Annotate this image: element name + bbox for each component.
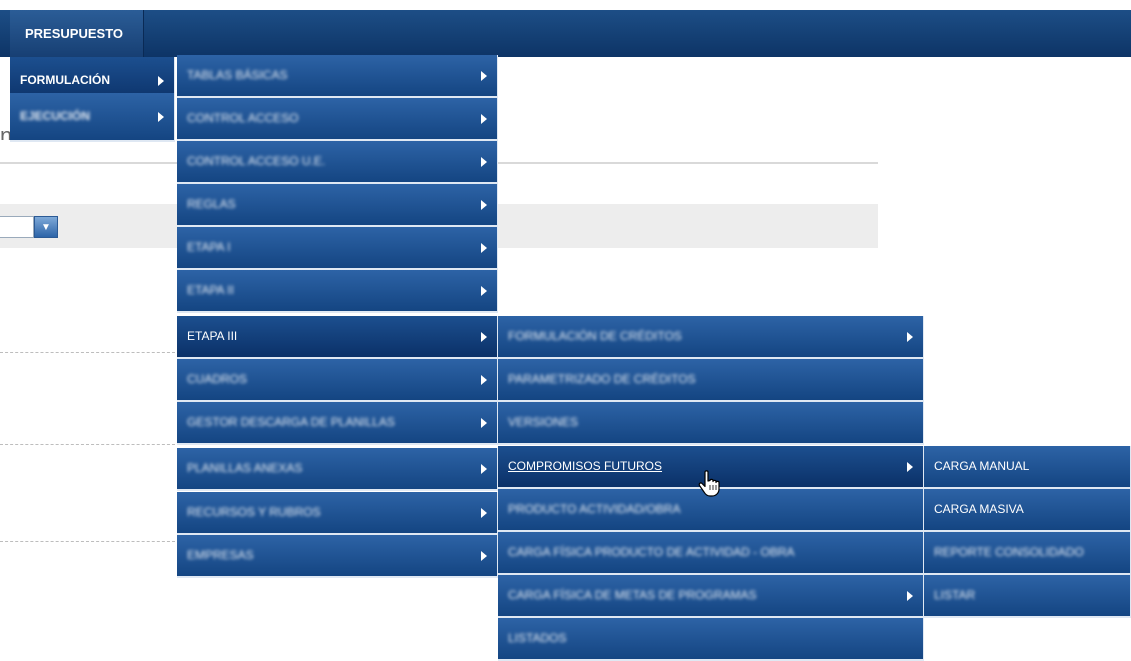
menu-tab-presupuesto[interactable]: PRESUPUESTO bbox=[10, 10, 145, 57]
menu-item-label: CONTROL ACCESO U.E. bbox=[187, 154, 326, 168]
menu-item-label: CONTROL ACCESO bbox=[187, 111, 299, 125]
menu-item-label: PLANILLAS ANEXAS bbox=[187, 461, 303, 475]
submenu-arrow-icon bbox=[481, 285, 487, 296]
menu-item-tablas-basicas[interactable]: TABLAS BÁSICAS bbox=[177, 55, 498, 98]
menu-item-label: ETAPA III bbox=[187, 329, 238, 343]
submenu-arrow-icon bbox=[481, 507, 487, 518]
menu-item-label: FORMULACIÓN DE CRÉDITOS bbox=[508, 329, 682, 343]
menu-item-parametrizado-creditos[interactable]: PARAMETRIZADO DE CRÉDITOS bbox=[498, 359, 924, 402]
menu-item-label: CUADROS bbox=[187, 372, 248, 386]
menu-item-label: PRODUCTO ACTIVIDAD/OBRA bbox=[508, 502, 681, 516]
submenu-arrow-icon bbox=[158, 75, 164, 86]
menu-item-label: EJECUCIÓN bbox=[20, 109, 91, 123]
menu-item-label: ETAPA I bbox=[187, 240, 231, 254]
menu-item-reglas[interactable]: REGLAS bbox=[177, 184, 498, 227]
menu-item-empresas[interactable]: EMPRESAS bbox=[177, 535, 498, 578]
menu-item-label: RECURSOS Y RUBROS bbox=[187, 505, 321, 519]
submenu-arrow-icon bbox=[481, 242, 487, 253]
menu-item-control-acceso-ue[interactable]: CONTROL ACCESO U.E. bbox=[177, 141, 498, 184]
select-dropdown-button[interactable]: ▼ bbox=[34, 216, 58, 238]
menu-item-etapa-1[interactable]: ETAPA I bbox=[177, 227, 498, 270]
row-divider bbox=[0, 352, 175, 353]
menu-item-label: ETAPA II bbox=[187, 283, 234, 297]
submenu-arrow-icon bbox=[481, 199, 487, 210]
chevron-down-icon: ▼ bbox=[41, 221, 51, 233]
menu-item-versiones[interactable]: VERSIONES bbox=[498, 402, 924, 445]
menu-item-label: CARGA MASIVA bbox=[934, 502, 1024, 516]
menu-item-etapa-3[interactable]: ETAPA III bbox=[177, 316, 498, 359]
submenu-arrow-icon bbox=[481, 417, 487, 428]
menu-item-gestor-descarga[interactable]: GESTOR DESCARGA DE PLANILLAS bbox=[177, 402, 498, 445]
submenu-arrow-icon bbox=[907, 461, 913, 472]
menu-item-formulacion-creditos[interactable]: FORMULACIÓN DE CRÉDITOS bbox=[498, 316, 924, 359]
menu-item-label: GESTOR DESCARGA DE PLANILLAS bbox=[187, 415, 395, 429]
submenu-arrow-icon bbox=[481, 550, 487, 561]
menu-item-reporte-consolidado[interactable]: REPORTE CONSOLIDADO bbox=[924, 532, 1131, 575]
submenu-arrow-icon bbox=[158, 111, 164, 122]
menu-item-label: TABLAS BÁSICAS bbox=[187, 68, 288, 82]
menu-item-label: PARAMETRIZADO DE CRÉDITOS bbox=[508, 372, 696, 386]
submenu-arrow-icon bbox=[907, 331, 913, 342]
menu-item-label: REPORTE CONSOLIDADO bbox=[934, 545, 1084, 559]
menu-item-carga-masiva[interactable]: CARGA MASIVA bbox=[924, 489, 1131, 532]
menu-item-etapa-2[interactable]: ETAPA II bbox=[177, 270, 498, 313]
submenu-arrow-icon bbox=[481, 463, 487, 474]
menu-item-ejecucion[interactable]: EJECUCIÓN bbox=[10, 93, 175, 142]
menu-item-recursos-rubros[interactable]: RECURSOS Y RUBROS bbox=[177, 492, 498, 535]
menu-item-label: LISTAR bbox=[934, 588, 976, 602]
row-divider bbox=[0, 541, 175, 542]
submenu-arrow-icon bbox=[907, 590, 913, 601]
menu-item-label: EMPRESAS bbox=[187, 548, 254, 562]
submenu-arrow-icon bbox=[481, 70, 487, 81]
menu-item-label: COMPROMISOS FUTUROS bbox=[508, 459, 663, 473]
menu-item-label: CARGA FÍSICA DE METAS DE PROGRAMAS bbox=[508, 588, 757, 602]
menu-item-label: FORMULACIÓN bbox=[20, 73, 110, 87]
submenu-arrow-icon bbox=[481, 374, 487, 385]
submenu-arrow-icon bbox=[481, 156, 487, 167]
menu-item-label: LISTADOS bbox=[508, 631, 567, 645]
top-menu-bar bbox=[0, 10, 1131, 57]
submenu-arrow-icon bbox=[481, 113, 487, 124]
menu-item-carga-fisica-metas[interactable]: CARGA FÍSICA DE METAS DE PROGRAMAS bbox=[498, 575, 924, 618]
menu-item-cuadros[interactable]: CUADROS bbox=[177, 359, 498, 402]
menu-item-label: VERSIONES bbox=[508, 415, 579, 429]
menu-item-label: CARGA FÍSICA PRODUCTO DE ACTIVIDAD - OBR… bbox=[508, 545, 795, 559]
menu-item-planillas-anexas[interactable]: PLANILLAS ANEXAS bbox=[177, 448, 498, 491]
menu-item-control-acceso[interactable]: CONTROL ACCESO bbox=[177, 98, 498, 141]
hand-cursor-icon bbox=[698, 470, 720, 497]
menu-item-label: REGLAS bbox=[187, 197, 236, 211]
menu-item-listar[interactable]: LISTAR bbox=[924, 575, 1131, 618]
menu-item-carga-manual[interactable]: CARGA MANUAL bbox=[924, 446, 1131, 489]
row-divider bbox=[0, 444, 175, 445]
menu-item-listados[interactable]: LISTADOS bbox=[498, 618, 924, 661]
filter-select[interactable] bbox=[0, 216, 34, 238]
menu-item-label: CARGA MANUAL bbox=[934, 459, 1030, 473]
menu-item-carga-fisica-producto[interactable]: CARGA FÍSICA PRODUCTO DE ACTIVIDAD - OBR… bbox=[498, 532, 924, 575]
submenu-arrow-icon bbox=[481, 331, 487, 342]
